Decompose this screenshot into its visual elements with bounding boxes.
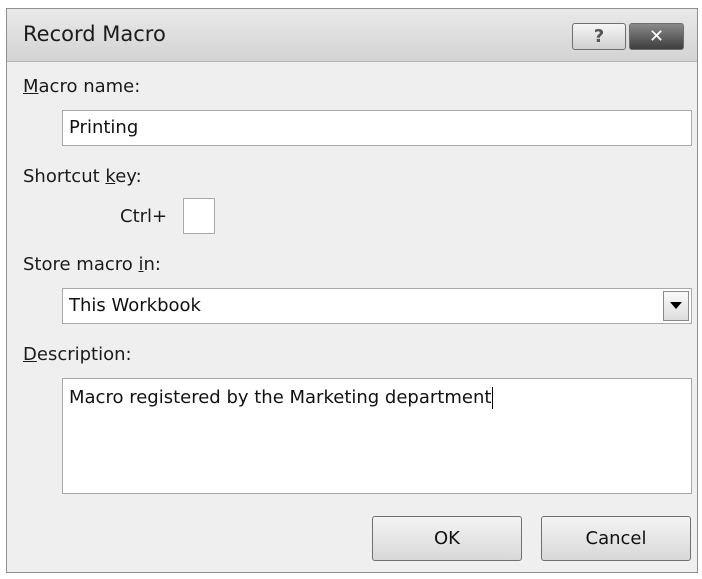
help-icon: ? — [593, 26, 605, 47]
title-bar: Record Macro ? ✕ — [7, 9, 697, 62]
dialog-title: Record Macro — [23, 22, 166, 46]
description-label: Description: — [23, 344, 132, 365]
store-macro-select[interactable]: This Workbook — [62, 288, 692, 324]
store-macro-selected-value: This Workbook — [69, 295, 201, 316]
description-text: Macro registered by the Marketing depart… — [69, 387, 492, 408]
macro-name-input[interactable]: Printing — [62, 110, 692, 146]
cancel-button[interactable]: Cancel — [541, 516, 691, 561]
ctrl-label: Ctrl+ — [120, 206, 168, 227]
store-macro-label: Store macro in: — [23, 254, 161, 275]
chevron-down-icon — [670, 302, 682, 309]
shortcut-key-input[interactable] — [183, 198, 215, 234]
close-icon: ✕ — [648, 26, 665, 47]
macro-name-label: Macro name: — [23, 76, 141, 97]
text-cursor — [492, 387, 494, 409]
ok-button[interactable]: OK — [372, 516, 522, 561]
close-button[interactable]: ✕ — [629, 23, 684, 50]
description-textarea[interactable]: Macro registered by the Marketing depart… — [62, 378, 692, 494]
dropdown-button[interactable] — [663, 291, 689, 321]
help-button[interactable]: ? — [572, 23, 626, 50]
shortcut-key-label: Shortcut key: — [23, 166, 142, 187]
